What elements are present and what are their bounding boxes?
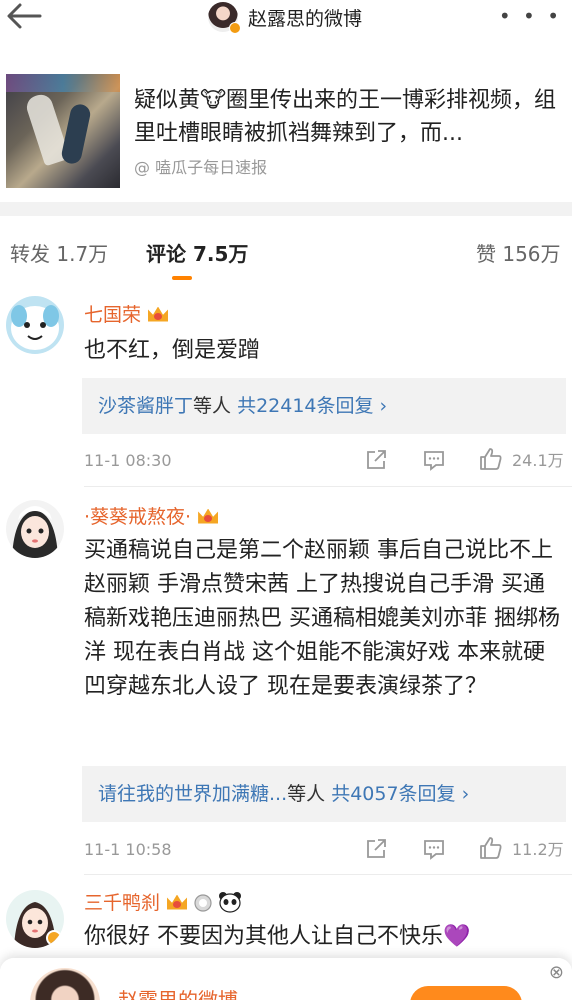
page-title-group[interactable]: 赵露思的微博: [208, 2, 363, 34]
more-dots-icon[interactable]: • • •: [499, 4, 562, 28]
repost-text: 疑似黄🐮圈里传出来的王一博彩排视频，组里吐槽眼睛被抓裆舞辣到了，而...: [134, 88, 557, 146]
arrow-left-icon: [7, 3, 42, 29]
comment-divider: [84, 874, 572, 875]
avatar: [208, 2, 241, 34]
comment-divider: [84, 486, 572, 487]
share-button[interactable]: [364, 837, 388, 861]
comment-text: 买通稿说自己是第二个赵丽颖 事后自己说比不上赵丽颖 手滑点赞宋茜 上了热搜说自己…: [84, 538, 560, 699]
reply-user[interactable]: 请往我的世界加满糖...: [98, 783, 287, 805]
comment-username[interactable]: 七国荣: [84, 300, 169, 327]
floating-profile-name[interactable]: 赵露思的微博: [118, 984, 238, 1000]
comment-icon: [424, 840, 444, 860]
follow-button[interactable]: [410, 986, 522, 1000]
like-button[interactable]: 11.2万: [478, 835, 564, 861]
reply-summary-box[interactable]: 沙茶酱胖丁等人 共22414条回复 ›: [82, 378, 566, 434]
comment-icon: [424, 451, 444, 471]
comment-tabs: 转发 1.7万 评论 7.5万 赞 156万: [0, 216, 572, 286]
reply-button[interactable]: [422, 837, 446, 861]
verified-badge-icon: [229, 22, 241, 34]
video-thumbnail[interactable]: [6, 74, 120, 188]
comment-text: 你很好 不要因为其他人让自己不快乐💜: [84, 924, 471, 949]
comment-timestamp: 11-1 10:58: [84, 840, 172, 859]
comment-username[interactable]: ·葵葵戒熬夜·: [84, 502, 219, 529]
avatar[interactable]: [6, 890, 64, 948]
avatar[interactable]: [6, 500, 64, 558]
top-navigation-bar: 赵露思的微博 • • •: [0, 0, 572, 46]
tab-repost[interactable]: 转发 1.7万: [10, 238, 108, 267]
reply-summary-box[interactable]: 请往我的世界加满糖...等人 共4057条回复 ›: [82, 766, 566, 822]
comment-timestamp: 11-1 08:30: [84, 451, 172, 470]
share-button[interactable]: [364, 448, 388, 472]
page-title: 赵露思的微博: [248, 7, 363, 30]
active-tab-indicator: [172, 276, 192, 280]
like-count: 11.2万: [512, 840, 564, 859]
comment-username[interactable]: 三千鸭刹: [84, 888, 242, 915]
crown-badge-icon: [147, 305, 169, 323]
avatar[interactable]: [6, 296, 64, 354]
back-button[interactable]: [4, 2, 44, 30]
reply-count-link[interactable]: 共22414条回复 ›: [237, 395, 387, 417]
comment-text: 也不红，倒是爱蹭: [84, 338, 261, 363]
like-count: 24.1万: [512, 451, 564, 470]
tab-likes[interactable]: 赞 156万: [476, 238, 561, 267]
tab-comments[interactable]: 评论 7.5万: [146, 238, 248, 267]
reply-count-link[interactable]: 共4057条回复 ›: [331, 783, 469, 805]
reply-user[interactable]: 沙茶酱胖丁: [98, 395, 193, 417]
like-button[interactable]: 24.1万: [478, 446, 564, 472]
reply-button[interactable]: [422, 448, 446, 472]
section-divider: [0, 202, 572, 216]
share-icon: [367, 450, 386, 469]
close-icon[interactable]: ⊗: [549, 962, 564, 983]
thumbs-up-icon: [480, 448, 502, 470]
panda-badge-icon: [219, 891, 242, 913]
medal-badge-icon: [194, 893, 212, 912]
crown-badge-icon: [166, 893, 188, 911]
repost-card[interactable]: 疑似黄🐮圈里传出来的王一博彩排视频，组里吐槽眼睛被抓裆舞辣到了，而...: [0, 60, 572, 202]
repost-source[interactable]: @ 嗑瓜子每日速报: [134, 154, 267, 178]
crown-badge-icon: [197, 507, 219, 525]
avatar[interactable]: [30, 968, 100, 1000]
floating-profile-bar[interactable]: 赵露思的微博 ⊗: [0, 958, 572, 1000]
thumbs-up-icon: [480, 837, 502, 859]
share-icon: [367, 839, 386, 858]
